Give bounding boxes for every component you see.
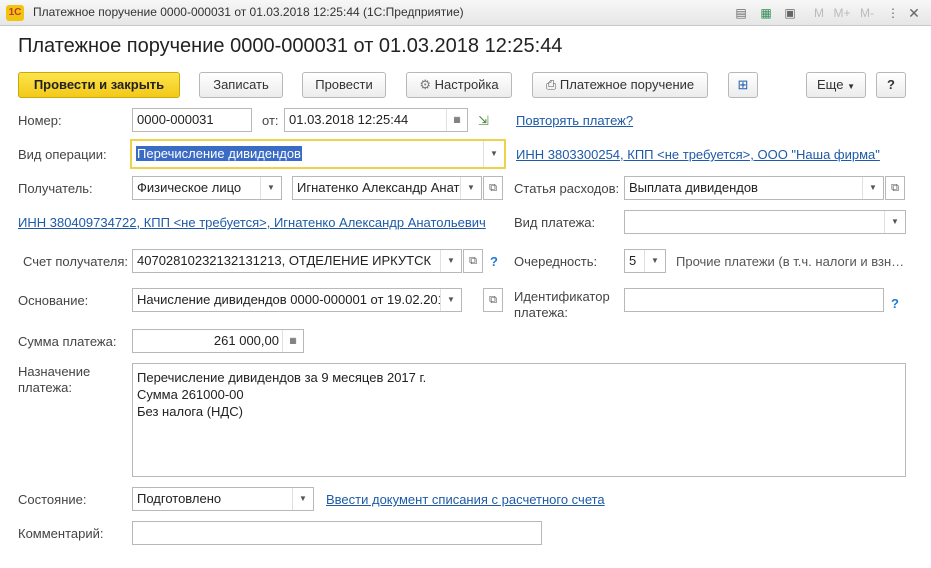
recipient-type-value: Физическое лицо xyxy=(137,180,242,195)
identifier-field[interactable] xyxy=(624,288,884,312)
identifier-label-line2: платежа: xyxy=(514,305,568,320)
calendar-icon[interactable]: ▣ xyxy=(782,5,798,21)
chevron-down-icon[interactable]: ▼ xyxy=(260,177,281,199)
payment-kind-label: Вид платежа: xyxy=(514,215,596,230)
account-value: 40702810232132131213, ОТДЕЛЕНИЕ ИРКУТСК xyxy=(137,253,432,268)
menu-icon[interactable]: ⋮ xyxy=(886,5,900,21)
printer-icon: ⎙ xyxy=(545,77,557,92)
basis-label: Основание: xyxy=(18,293,89,308)
post-and-close-button[interactable]: Провести и закрыть xyxy=(18,72,180,98)
priority-select[interactable]: 5 ▼ xyxy=(624,249,666,273)
operation-value: Перечисление дивидендов xyxy=(136,146,302,161)
recipient-type-select[interactable]: Физическое лицо ▼ xyxy=(132,176,282,200)
purpose-textarea[interactable]: Перечисление дивидендов за 9 месяцев 201… xyxy=(132,363,906,477)
priority-label: Очередность: xyxy=(514,254,598,269)
basis-value: Начисление дивидендов 0000-000001 от 19.… xyxy=(137,292,461,307)
priority-value: 5 xyxy=(629,253,637,268)
number-field[interactable]: 0000-000031 xyxy=(132,108,252,132)
open-icon[interactable]: ⧉ xyxy=(483,288,503,312)
help-icon[interactable]: ? xyxy=(490,254,498,269)
chevron-down-icon: ▼ xyxy=(847,82,855,91)
amount-value: 261 000,00 xyxy=(213,333,279,348)
chevron-down-icon[interactable]: ▼ xyxy=(440,289,461,311)
memory-plus-button[interactable]: M+ xyxy=(832,5,852,21)
basis-select[interactable]: Начисление дивидендов 0000-000001 от 19.… xyxy=(132,288,462,312)
purpose-line: Сумма 261000-00 xyxy=(137,387,244,402)
priority-description: Прочие платежи (в т.ч. налоги и взносы) xyxy=(676,254,906,269)
operation-label: Вид операции: xyxy=(18,147,107,162)
chevron-down-icon[interactable]: ▼ xyxy=(460,177,481,199)
comment-label: Комментарий: xyxy=(18,526,104,541)
gear-icon: ⚙ xyxy=(419,77,432,92)
date-field[interactable]: 01.03.2018 12:25:44 ▦ xyxy=(284,108,468,132)
memory-minus-button[interactable]: M- xyxy=(857,5,877,21)
account-label: Счет получателя: xyxy=(23,254,129,269)
payment-kind-select[interactable]: ▼ xyxy=(624,210,906,234)
recipient-name-value: Игнатенко Александр Анатольевич xyxy=(297,180,481,195)
chevron-down-icon[interactable]: ▼ xyxy=(292,488,313,510)
purpose-label-line2: платежа: xyxy=(18,380,72,395)
operation-select[interactable]: Перечисление дивидендов ▼ xyxy=(130,139,506,169)
recipient-link[interactable]: ИНН 380409734722, КПП <не требуется>, Иг… xyxy=(18,215,486,230)
purpose-label-line1: Назначение xyxy=(18,364,91,379)
purpose-line: Без налога (НДС) xyxy=(137,404,243,419)
expense-label: Статья расходов: xyxy=(514,181,620,196)
chevron-down-icon[interactable]: ▼ xyxy=(440,250,461,272)
open-icon[interactable]: ⧉ xyxy=(483,176,503,200)
post-button[interactable]: Провести xyxy=(302,72,386,98)
amount-field[interactable]: 261 000,00 ▦ xyxy=(132,329,304,353)
structure-icon[interactable]: ⊞ xyxy=(728,72,758,98)
chevron-down-icon[interactable]: ▼ xyxy=(483,141,504,167)
chevron-down-icon[interactable]: ▼ xyxy=(644,250,665,272)
identifier-label-line1: Идентификатор xyxy=(514,289,610,304)
amount-label: Сумма платежа: xyxy=(18,334,117,349)
recipient-label: Получатель: xyxy=(18,181,93,196)
spreadsheet-icon[interactable]: ▦ xyxy=(758,5,774,21)
more-button[interactable]: Еще ▼ xyxy=(806,72,866,98)
memory-button[interactable]: M xyxy=(812,5,826,21)
open-icon[interactable]: ⧉ xyxy=(885,176,905,200)
app-logo-icon: 1С xyxy=(6,5,24,21)
date-label: от: xyxy=(262,113,279,128)
recipient-name-select[interactable]: Игнатенко Александр Анатольевич ▼ xyxy=(292,176,482,200)
repeat-icon[interactable]: ⇲ xyxy=(478,113,489,129)
writeoff-document-link[interactable]: Ввести документ списания с расчетного сч… xyxy=(326,492,605,507)
status-value: Подготовлено xyxy=(137,491,222,506)
save-button[interactable]: Записать xyxy=(199,72,283,98)
help-icon[interactable]: ? xyxy=(891,296,899,311)
purpose-line: Перечисление дивидендов за 9 месяцев 201… xyxy=(137,370,427,385)
expense-value: Выплата дивидендов xyxy=(629,180,758,195)
print-payment-order-button[interactable]: ⎙ Платежное поручение xyxy=(532,72,708,98)
organization-link[interactable]: ИНН 3803300254, КПП <не требуется>, ООО … xyxy=(516,147,880,162)
status-select[interactable]: Подготовлено ▼ xyxy=(132,487,314,511)
more-label: Еще xyxy=(817,77,844,92)
open-icon[interactable]: ⧉ xyxy=(463,249,483,273)
repeat-payment-link[interactable]: Повторять платеж? xyxy=(516,113,633,128)
page-title: Платежное поручение 0000-000031 от 01.03… xyxy=(18,35,563,57)
chevron-down-icon[interactable]: ▼ xyxy=(884,211,905,233)
close-icon[interactable]: ✕ xyxy=(906,5,922,21)
account-select[interactable]: 40702810232132131213, ОТДЕЛЕНИЕ ИРКУТСК … xyxy=(132,249,462,273)
window-title: Платежное поручение 0000-000031 от 01.03… xyxy=(33,5,464,19)
expense-select[interactable]: Выплата дивидендов ▼ xyxy=(624,176,884,200)
settings-label: Настройка xyxy=(434,77,499,92)
help-button[interactable]: ? xyxy=(876,72,906,98)
status-label: Состояние: xyxy=(18,492,87,507)
calculator-icon[interactable]: ▦ xyxy=(282,330,303,352)
print-payment-order-label: Платежное поручение xyxy=(559,77,695,92)
calendar-icon[interactable]: ▦ xyxy=(446,109,467,131)
settings-button[interactable]: ⚙ Настройка xyxy=(406,72,512,98)
print-preview-icon[interactable]: ▤ xyxy=(733,5,749,21)
comment-field[interactable] xyxy=(132,521,542,545)
number-label: Номер: xyxy=(18,113,62,128)
chevron-down-icon[interactable]: ▼ xyxy=(862,177,883,199)
date-value: 01.03.2018 12:25:44 xyxy=(289,112,409,127)
